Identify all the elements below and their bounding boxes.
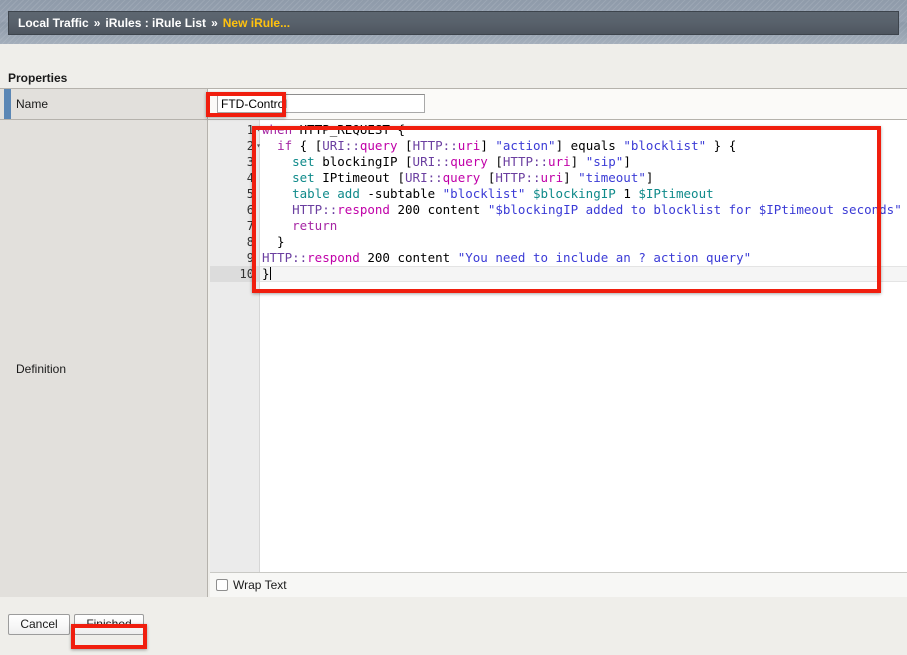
code-line-2[interactable]: if { [URI::query [HTTP::uri] "action"] e… — [260, 138, 907, 154]
main-content: Properties Name Definition 1▾2▾3 4 5 6 7 8 9 10… — [0, 44, 907, 655]
option-wrap-text[interactable]: Wrap Text — [216, 576, 907, 594]
name-value-cell — [208, 89, 907, 120]
page-header: Local Traffic » iRules : iRule List » Ne… — [0, 0, 907, 44]
gutter-line-number: 4 — [247, 171, 255, 185]
gutter-line-9: 9 — [210, 250, 259, 266]
gutter-line-number: 3 — [247, 155, 255, 169]
breadcrumb-separator-icon-2: » — [211, 16, 218, 30]
gutter-line-4: 4 — [210, 170, 259, 186]
code-line-7[interactable]: return — [260, 218, 907, 234]
gutter-line-number: 9 — [247, 251, 255, 265]
breadcrumb-separator-icon: » — [94, 16, 101, 30]
gutter-line-3: 3 — [210, 154, 259, 170]
gutter-line-6: 6 — [210, 202, 259, 218]
name-label-cell: Name — [0, 89, 208, 120]
code-line-8[interactable]: } — [260, 234, 907, 250]
gutter-line-5: 5 — [210, 186, 259, 202]
name-input[interactable] — [217, 94, 425, 113]
gutter-line-8: 8 — [210, 234, 259, 250]
definition-label-cell: Definition — [0, 120, 208, 618]
text-caret — [270, 267, 271, 280]
gutter-line-2: 2▾ — [210, 138, 259, 154]
code-line-4[interactable]: set IPtimeout [URI::query [HTTP::uri] "t… — [260, 170, 907, 186]
code-line-9[interactable]: HTTP::respond 200 content "You need to i… — [260, 250, 907, 266]
gutter-line-number: 5 — [247, 187, 255, 201]
table-row-definition: Definition 1▾2▾3 4 5 6 7 8 9 10 when HTTP_REQUE… — [0, 120, 907, 618]
form-footer: Cancel Finished — [0, 597, 907, 655]
definition-label: Definition — [16, 362, 66, 376]
finished-button[interactable]: Finished — [74, 614, 144, 635]
gutter-line-10: 10 — [210, 266, 259, 282]
breadcrumb-item-local-traffic[interactable]: Local Traffic — [18, 16, 89, 30]
gutter-line-7: 7 — [210, 218, 259, 234]
breadcrumb-item-irule-list[interactable]: iRules : iRule List — [105, 16, 206, 30]
wrap-text-label: Wrap Text — [233, 578, 287, 592]
gutter-line-number: 7 — [247, 219, 255, 233]
wrap-text-checkbox[interactable] — [216, 579, 228, 591]
cancel-button[interactable]: Cancel — [8, 614, 70, 635]
row-accent-marker — [4, 89, 11, 119]
code-line-5[interactable]: table add -subtable "blocklist" $blockin… — [260, 186, 907, 202]
editor-code-area[interactable]: when HTTP_REQUEST { if { [URI::query [HT… — [260, 120, 907, 572]
code-editor[interactable]: 1▾2▾3 4 5 6 7 8 9 10 when HTTP_REQUEST { if { [… — [210, 120, 907, 572]
editor-gutter: 1▾2▾3 4 5 6 7 8 9 10 — [210, 120, 260, 572]
breadcrumb: Local Traffic » iRules : iRule List » Ne… — [8, 11, 899, 35]
code-line-10[interactable]: } — [260, 266, 907, 282]
properties-table: Name Definition 1▾2▾3 4 5 6 7 8 9 10 when HTTP_… — [0, 88, 907, 618]
breadcrumb-current-new-irule: New iRule... — [223, 16, 290, 30]
gutter-line-1: 1▾ — [210, 122, 259, 138]
gutter-line-number: 10 — [240, 267, 255, 281]
code-line-3[interactable]: set blockingIP [URI::query [HTTP::uri] "… — [260, 154, 907, 170]
name-label: Name — [16, 97, 48, 111]
gutter-line-number: 6 — [247, 203, 255, 217]
definition-value-cell: 1▾2▾3 4 5 6 7 8 9 10 when HTTP_REQUEST { if { [… — [208, 120, 907, 618]
page-title: Properties — [8, 71, 67, 85]
code-line-1[interactable]: when HTTP_REQUEST { — [260, 122, 907, 138]
table-row-name: Name — [0, 89, 907, 120]
gutter-line-number: 8 — [247, 235, 255, 249]
code-line-6[interactable]: HTTP::respond 200 content "$blockingIP a… — [260, 202, 907, 218]
